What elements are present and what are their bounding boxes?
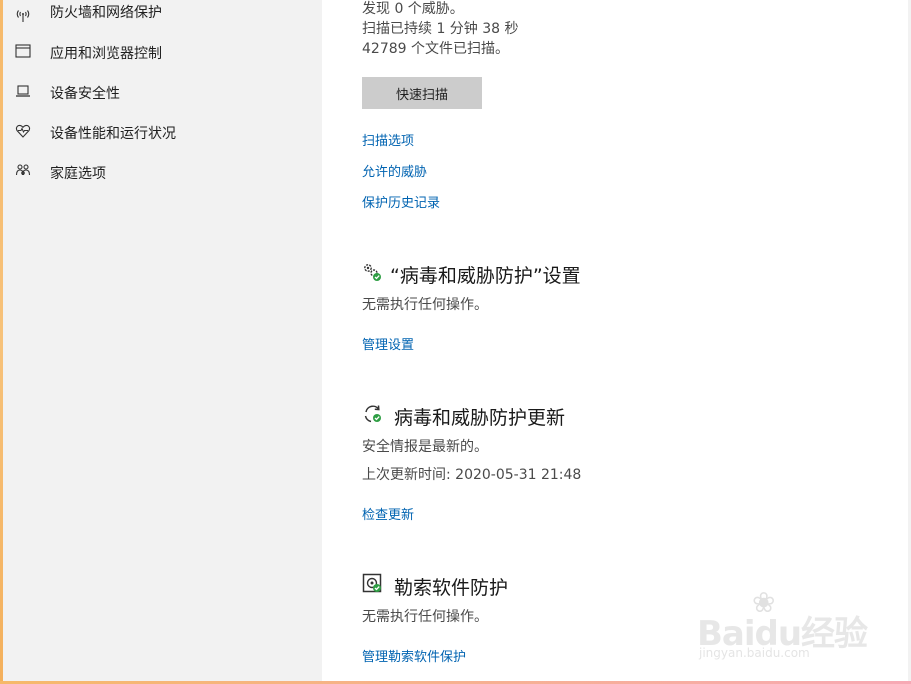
sidebar-item-label: 设备性能和运行状况 <box>50 126 176 142</box>
sidebar-item-family[interactable]: 家庭选项 <box>3 160 322 200</box>
manage-settings-link[interactable]: 管理设置 <box>362 334 414 353</box>
manage-ransomware-link[interactable]: 管理勒索软件保护 <box>362 646 466 665</box>
sidebar-item-device-security[interactable]: 设备安全性 <box>3 80 322 120</box>
family-icon <box>15 164 31 176</box>
scan-files-text: 42789 个文件已扫描。 <box>362 41 509 57</box>
main-content: 发现 0 个威胁。 扫描已持续 1 分钟 38 秒 42789 个文件已扫描。 … <box>322 0 908 684</box>
check-updates-link[interactable]: 检查更新 <box>362 504 414 523</box>
ransomware-shield-icon <box>362 573 382 593</box>
ransomware-section-title: 勒索软件防护 <box>394 577 509 599</box>
watermark-url: jingyan.baidu.com <box>699 646 810 660</box>
update-refresh-icon <box>364 405 381 423</box>
sidebar-item-app-browser[interactable]: 应用和浏览器控制 <box>3 40 322 80</box>
settings-section-title: “病毒和威胁防护”设置 <box>390 265 581 287</box>
laptop-icon <box>16 85 30 97</box>
sidebar: 防火墙和网络保护 应用和浏览器控制 设备安全性 设备性能和运行状况 家庭选项 <box>3 0 322 684</box>
updates-status-text: 安全情报是最新的。 <box>362 439 488 455</box>
gear-check-icon <box>364 264 381 281</box>
baidu-watermark: ❀ Baidu经验 jingyan.baidu.com <box>697 586 868 666</box>
settings-status-text: 无需执行任何操作。 <box>362 297 488 313</box>
sidebar-item-device-health[interactable]: 设备性能和运行状况 <box>3 120 322 160</box>
quick-scan-button[interactable]: 快速扫描 <box>362 77 482 109</box>
last-update-text: 上次更新时间: 2020-05-31 21:48 <box>362 467 582 483</box>
scan-threats-text: 发现 0 个威胁。 <box>362 1 464 17</box>
sidebar-item-label: 设备安全性 <box>50 86 120 102</box>
protection-history-link[interactable]: 保护历史记录 <box>362 192 440 211</box>
heart-pulse-icon <box>15 124 31 138</box>
wifi-antenna-icon <box>16 10 30 22</box>
ransomware-status-text: 无需执行任何操作。 <box>362 609 488 625</box>
sidebar-item-label: 防火墙和网络保护 <box>50 5 162 21</box>
app-window-icon <box>15 44 31 58</box>
sidebar-item-firewall[interactable]: 防火墙和网络保护 <box>3 0 322 40</box>
allowed-threats-link[interactable]: 允许的威胁 <box>362 161 427 180</box>
updates-section-title: 病毒和威胁防护更新 <box>394 407 566 429</box>
scan-options-link[interactable]: 扫描选项 <box>362 130 414 149</box>
sidebar-item-label: 家庭选项 <box>50 166 106 182</box>
scan-duration-text: 扫描已持续 1 分钟 38 秒 <box>362 21 519 37</box>
sidebar-item-label: 应用和浏览器控制 <box>50 46 162 62</box>
